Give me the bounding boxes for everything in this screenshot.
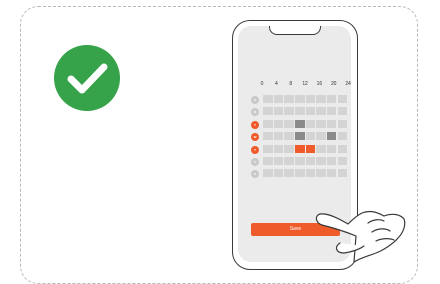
time-slot-cell[interactable] — [294, 169, 305, 178]
time-slot-cell[interactable] — [284, 144, 294, 153]
time-slot-cell[interactable] — [305, 169, 316, 178]
time-slot-cell[interactable] — [294, 95, 305, 103]
time-slot-cell[interactable] — [294, 157, 305, 165]
time-slot-cell[interactable] — [337, 157, 348, 165]
phone: 0 4 8 12 16 20 24 SMTWTFS Save — [232, 20, 358, 270]
time-slot-cell[interactable] — [305, 157, 316, 165]
schedule-row: T — [251, 119, 348, 130]
time-slot-cell[interactable] — [273, 95, 284, 103]
time-slot-cell[interactable] — [263, 144, 273, 153]
time-slot-cell[interactable] — [326, 95, 337, 103]
time-slot-cell[interactable] — [326, 119, 337, 128]
schedule-row: S — [251, 95, 348, 105]
time-slot-cell[interactable] — [316, 144, 326, 153]
hour-label: 16 — [316, 81, 323, 87]
time-slot-cell[interactable] — [316, 169, 326, 178]
time-slot-cell[interactable] — [305, 95, 316, 103]
time-slot-cell[interactable] — [316, 107, 326, 116]
time-slot-cell[interactable] — [316, 132, 326, 141]
save-button[interactable]: Save — [251, 223, 340, 236]
day-toggle[interactable]: S — [251, 170, 259, 179]
time-slot-cell[interactable] — [316, 119, 326, 128]
time-slot-cell[interactable] — [294, 144, 305, 153]
time-slot-cell[interactable] — [294, 132, 305, 141]
hour-label: 4 — [274, 81, 278, 87]
time-slot-cell[interactable] — [284, 107, 294, 116]
time-slot-cell[interactable] — [316, 95, 326, 103]
hour-axis: 0 4 8 12 16 20 24 — [261, 81, 351, 89]
time-slot-cell[interactable] — [263, 157, 273, 165]
day-toggle[interactable]: F — [251, 158, 259, 166]
time-slot-cell[interactable] — [273, 144, 284, 153]
time-slot-cell[interactable] — [305, 107, 316, 116]
time-slot-cell[interactable] — [337, 144, 348, 153]
day-toggle[interactable]: T — [251, 145, 259, 154]
time-slot-cell[interactable] — [263, 119, 273, 128]
time-slot-cell[interactable] — [326, 107, 337, 116]
time-slot-cell[interactable] — [337, 132, 348, 141]
schedule-row: M — [251, 107, 348, 117]
time-slot-cell[interactable] — [273, 119, 284, 128]
phone-notch — [269, 26, 321, 35]
time-slot-cells — [263, 119, 348, 129]
time-slot-cell[interactable] — [294, 119, 305, 128]
time-slot-cell[interactable] — [284, 157, 294, 165]
hour-label: 12 — [302, 81, 308, 87]
time-slot-cell[interactable] — [337, 119, 348, 128]
time-slot-cell[interactable] — [273, 132, 284, 141]
time-slot-cell[interactable] — [273, 157, 284, 165]
time-slot-cell[interactable] — [263, 132, 273, 141]
time-slot-cell[interactable] — [337, 169, 348, 178]
day-toggle[interactable]: S — [251, 96, 259, 104]
time-slot-cell[interactable] — [337, 95, 348, 103]
time-slot-cell[interactable] — [305, 132, 316, 141]
time-slot-cell[interactable] — [263, 95, 273, 103]
time-slot-cell[interactable] — [326, 157, 337, 165]
time-slot-cell[interactable] — [305, 144, 316, 153]
time-slot-cell[interactable] — [284, 169, 294, 178]
time-slot-cell[interactable] — [263, 107, 273, 116]
schedule-row: F — [251, 157, 348, 167]
hour-label: 8 — [289, 81, 292, 87]
schedule-row: W — [251, 132, 348, 142]
time-slot-cells — [263, 132, 348, 141]
time-slot-cell[interactable] — [294, 107, 305, 116]
day-toggle[interactable]: W — [251, 133, 259, 142]
time-slot-cell[interactable] — [305, 119, 316, 128]
time-slot-cell[interactable] — [326, 144, 337, 153]
hour-label: 24 — [345, 81, 351, 87]
time-slot-cell[interactable] — [273, 169, 284, 178]
time-slot-cell[interactable] — [284, 95, 294, 103]
time-slot-cells — [263, 169, 348, 178]
time-slot-cell[interactable] — [284, 119, 294, 128]
time-slot-cells — [263, 157, 348, 166]
checkmark-icon — [54, 45, 120, 111]
hour-label: 20 — [330, 81, 337, 87]
schedule-row: T — [251, 144, 348, 155]
time-slot-cells — [263, 95, 348, 104]
time-slot-cell[interactable] — [284, 132, 294, 141]
time-slot-cell[interactable] — [337, 107, 348, 116]
day-toggle[interactable]: M — [251, 108, 259, 117]
time-slot-cells — [263, 144, 348, 154]
hour-label: 0 — [260, 81, 264, 87]
time-slot-cell[interactable] — [326, 132, 337, 141]
time-slot-cell[interactable] — [263, 169, 273, 178]
time-slot-cells — [263, 107, 348, 116]
time-slot-cell[interactable] — [316, 157, 326, 165]
phone-screen: 0 4 8 12 16 20 24 SMTWTFS Save — [238, 26, 351, 262]
day-toggle[interactable]: T — [251, 120, 259, 129]
time-slot-cell[interactable] — [273, 107, 284, 116]
time-slot-cell[interactable] — [326, 169, 337, 178]
schedule-row: S — [251, 169, 348, 179]
